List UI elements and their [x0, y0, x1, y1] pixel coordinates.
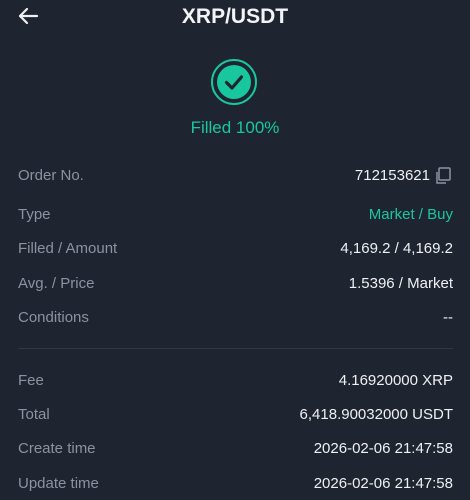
- filled-amount-label: Filled / Amount: [18, 240, 118, 257]
- avg-price-row: Avg. / Price 1.5396 / Market: [18, 273, 453, 295]
- update-time-row: Update time 2026-02-06 21:47:58: [18, 473, 453, 495]
- total-value: 6,418.90032000 USDT: [299, 406, 453, 423]
- fee-value: 4.16920000 XRP: [338, 372, 453, 389]
- conditions-label: Conditions: [18, 309, 89, 326]
- create-time-label: Create time: [18, 440, 96, 457]
- header-bar: XRP/USDT: [0, 0, 470, 34]
- page-title: XRP/USDT: [181, 5, 289, 28]
- create-time-value: 2026-02-06 21:47:58: [313, 440, 453, 457]
- conditions-row: Conditions --: [18, 307, 453, 329]
- avg-price-label: Avg. / Price: [18, 275, 95, 292]
- total-label: Total: [18, 406, 50, 423]
- fee-label: Fee: [18, 372, 44, 389]
- conditions-value: --: [443, 309, 453, 326]
- type-row: Type Market / Buy: [18, 204, 453, 226]
- order-no-label: Order No.: [18, 167, 84, 184]
- order-no-row: Order No. 712153621: [18, 165, 453, 187]
- total-row: Total 6,418.90032000 USDT: [18, 404, 453, 426]
- fee-row: Fee 4.16920000 XRP: [18, 370, 453, 392]
- copy-icon[interactable]: [433, 166, 453, 186]
- avg-price-value: 1.5396 / Market: [348, 275, 453, 292]
- order-no-value: 712153621: [354, 167, 430, 184]
- filled-amount-value: 4,169.2 / 4,169.2: [340, 240, 453, 257]
- create-time-row: Create time 2026-02-06 21:47:58: [18, 438, 453, 460]
- status-text: Filled 100%: [190, 118, 280, 137]
- update-time-label: Update time: [18, 475, 99, 492]
- section-divider: [18, 348, 453, 349]
- type-value: Market / Buy: [368, 206, 453, 223]
- check-circle-icon: [211, 59, 257, 105]
- filled-amount-row: Filled / Amount 4,169.2 / 4,169.2: [18, 238, 453, 260]
- type-label: Type: [18, 206, 51, 223]
- update-time-value: 2026-02-06 21:47:58: [313, 475, 453, 492]
